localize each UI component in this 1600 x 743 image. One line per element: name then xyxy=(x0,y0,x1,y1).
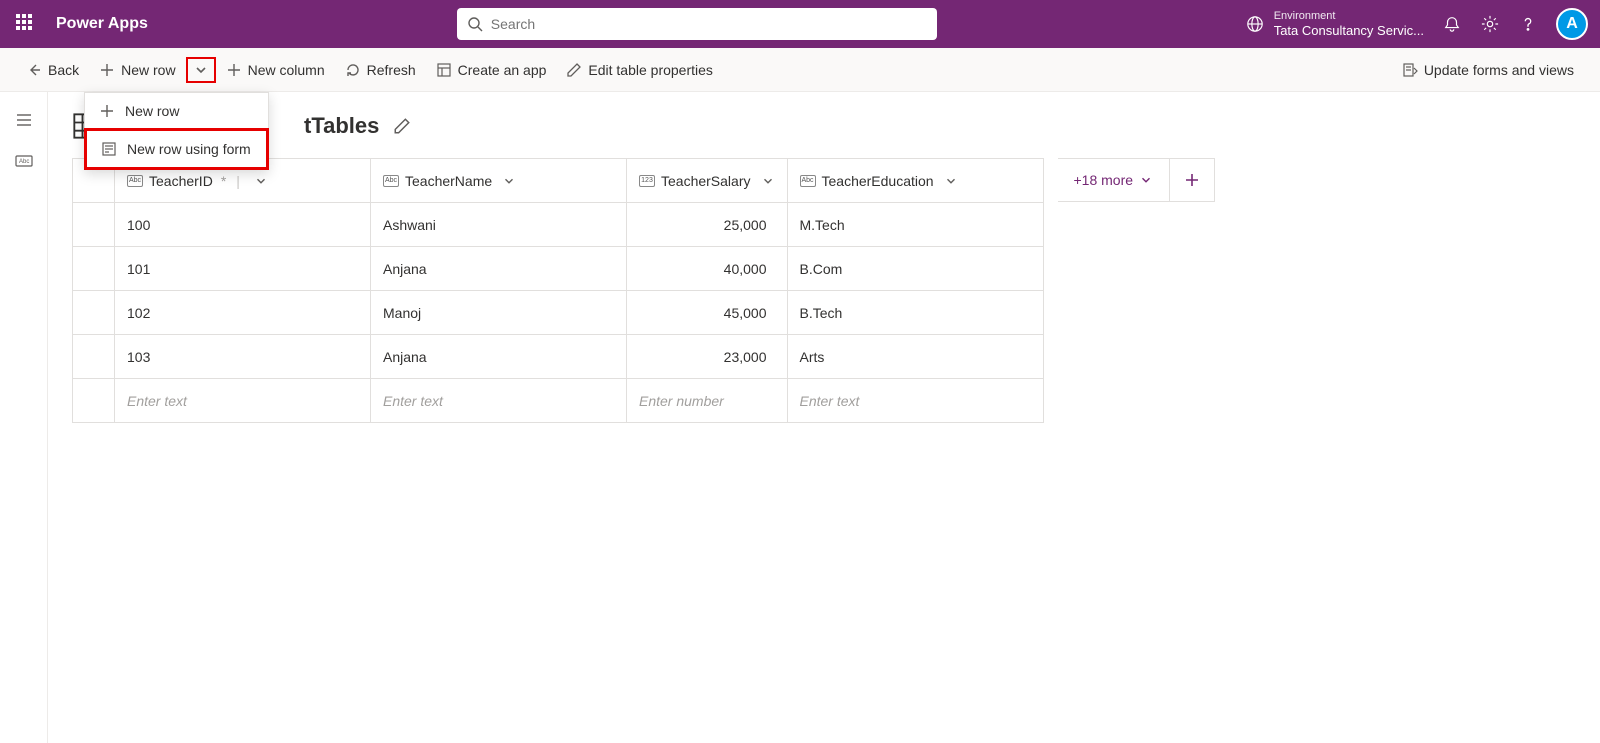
placeholder-teacher-education[interactable]: Enter text xyxy=(787,379,1043,423)
table-row[interactable]: 100 Ashwani 25,000 M.Tech xyxy=(73,203,1044,247)
app-title: Power Apps xyxy=(56,15,148,33)
add-column-button[interactable] xyxy=(1170,159,1214,201)
placeholder-teacher-salary[interactable]: Enter number xyxy=(627,379,788,423)
cell-teacher-education[interactable]: B.Tech xyxy=(787,291,1043,335)
number-type-icon: 123 xyxy=(639,175,655,187)
cell-teacher-name[interactable]: Manoj xyxy=(371,291,627,335)
environment-name: Tata Consultancy Servic... xyxy=(1274,23,1424,39)
more-columns-label: +18 more xyxy=(1074,172,1134,188)
left-rail: Abc xyxy=(0,92,48,743)
new-column-button[interactable]: New column xyxy=(216,56,335,84)
cell-teacher-name[interactable]: Anjana xyxy=(371,335,627,379)
content-area: New row New row using form tTables A xyxy=(48,92,1600,743)
cell-teacher-salary[interactable]: 25,000 xyxy=(627,203,788,247)
edit-table-button[interactable]: Edit table properties xyxy=(556,56,723,84)
globe-icon xyxy=(1246,15,1264,33)
dropdown-new-row-form-label: New row using form xyxy=(127,141,251,157)
refresh-label: Refresh xyxy=(367,62,416,78)
column-header-teacher-salary[interactable]: 123 TeacherSalary xyxy=(627,159,788,203)
column-header-teacher-education[interactable]: Abc TeacherEducation xyxy=(787,159,1043,203)
dropdown-new-row-label: New row xyxy=(125,103,179,119)
cell-teacher-id[interactable]: 101 xyxy=(115,247,371,291)
hamburger-icon[interactable] xyxy=(14,110,34,130)
new-row-dropdown-menu: New row New row using form xyxy=(84,92,269,170)
cell-teacher-id[interactable]: 102 xyxy=(115,291,371,335)
new-row-button[interactable]: New row xyxy=(89,56,185,84)
user-avatar[interactable]: A xyxy=(1556,8,1588,40)
placeholder-teacher-id[interactable]: Enter text xyxy=(115,379,371,423)
cell-teacher-education[interactable]: Arts xyxy=(787,335,1043,379)
help-icon[interactable] xyxy=(1518,14,1538,34)
dropdown-new-row-form-highlighted[interactable]: New row using form xyxy=(84,128,269,170)
search-icon xyxy=(467,16,483,32)
create-app-label: Create an app xyxy=(458,62,547,78)
column-teacher-salary-label: TeacherSalary xyxy=(661,173,751,189)
new-row-label: New row xyxy=(121,62,175,78)
chevron-down-icon[interactable] xyxy=(254,174,268,188)
column-teacher-id-label: TeacherID xyxy=(149,173,213,189)
global-search[interactable] xyxy=(457,8,937,40)
chevron-down-icon[interactable] xyxy=(502,174,516,188)
cell-teacher-name[interactable]: Ashwani xyxy=(371,203,627,247)
dropdown-new-row[interactable]: New row xyxy=(85,93,268,129)
cell-teacher-name[interactable]: Anjana xyxy=(371,247,627,291)
more-columns-button[interactable]: +18 more xyxy=(1058,159,1171,201)
column-header-teacher-name[interactable]: Abc TeacherName xyxy=(371,159,627,203)
environment-picker[interactable]: Environment Tata Consultancy Servic... xyxy=(1246,10,1424,39)
text-type-icon: Abc xyxy=(383,175,399,187)
text-type-icon: Abc xyxy=(800,175,816,187)
cell-teacher-salary[interactable]: 23,000 xyxy=(627,335,788,379)
column-teacher-education-label: TeacherEducation xyxy=(822,173,934,189)
command-bar: Back New row New column Refresh Create a… xyxy=(0,48,1600,92)
svg-text:Abc: Abc xyxy=(19,159,29,165)
settings-icon[interactable] xyxy=(1480,14,1500,34)
new-column-label: New column xyxy=(248,62,325,78)
table-row[interactable]: 103 Anjana 23,000 Arts xyxy=(73,335,1044,379)
create-app-button[interactable]: Create an app xyxy=(426,56,557,84)
notifications-icon[interactable] xyxy=(1442,14,1462,34)
chevron-down-icon[interactable] xyxy=(944,174,958,188)
app-launcher-icon[interactable] xyxy=(16,14,36,34)
edit-table-label: Edit table properties xyxy=(588,62,713,78)
placeholder-teacher-name[interactable]: Enter text xyxy=(371,379,627,423)
column-teacher-name-label: TeacherName xyxy=(405,173,492,189)
page-title: tTables xyxy=(304,113,379,139)
cell-teacher-id[interactable]: 103 xyxy=(115,335,371,379)
text-type-icon: Abc xyxy=(127,175,143,187)
table-row[interactable]: 101 Anjana 40,000 B.Com xyxy=(73,247,1044,291)
chevron-down-icon[interactable] xyxy=(761,174,775,188)
update-forms-label: Update forms and views xyxy=(1424,62,1574,78)
update-forms-button[interactable]: Update forms and views xyxy=(1392,56,1584,84)
cell-teacher-education[interactable]: B.Com xyxy=(787,247,1043,291)
new-row-dropdown-toggle[interactable] xyxy=(193,62,209,78)
back-button[interactable]: Back xyxy=(16,56,89,84)
data-table: Abc TeacherID* | Abc TeacherName xyxy=(72,158,1044,423)
cell-teacher-salary[interactable]: 40,000 xyxy=(627,247,788,291)
app-header: Power Apps Environment Tata Consultancy … xyxy=(0,0,1600,48)
environment-label: Environment xyxy=(1274,10,1424,23)
table-row[interactable]: 102 Manoj 45,000 B.Tech xyxy=(73,291,1044,335)
new-row-placeholder[interactable]: Enter text Enter text Enter number Enter… xyxy=(73,379,1044,423)
back-label: Back xyxy=(48,62,79,78)
chevron-down-icon xyxy=(193,62,209,78)
new-row-dropdown-highlighted xyxy=(186,57,216,83)
cell-teacher-salary[interactable]: 45,000 xyxy=(627,291,788,335)
edit-title-icon[interactable] xyxy=(393,117,411,135)
cell-teacher-education[interactable]: M.Tech xyxy=(787,203,1043,247)
chevron-down-icon xyxy=(1139,173,1153,187)
refresh-button[interactable]: Refresh xyxy=(335,56,426,84)
text-field-icon[interactable]: Abc xyxy=(14,152,34,172)
search-input[interactable] xyxy=(491,16,927,32)
cell-teacher-id[interactable]: 100 xyxy=(115,203,371,247)
